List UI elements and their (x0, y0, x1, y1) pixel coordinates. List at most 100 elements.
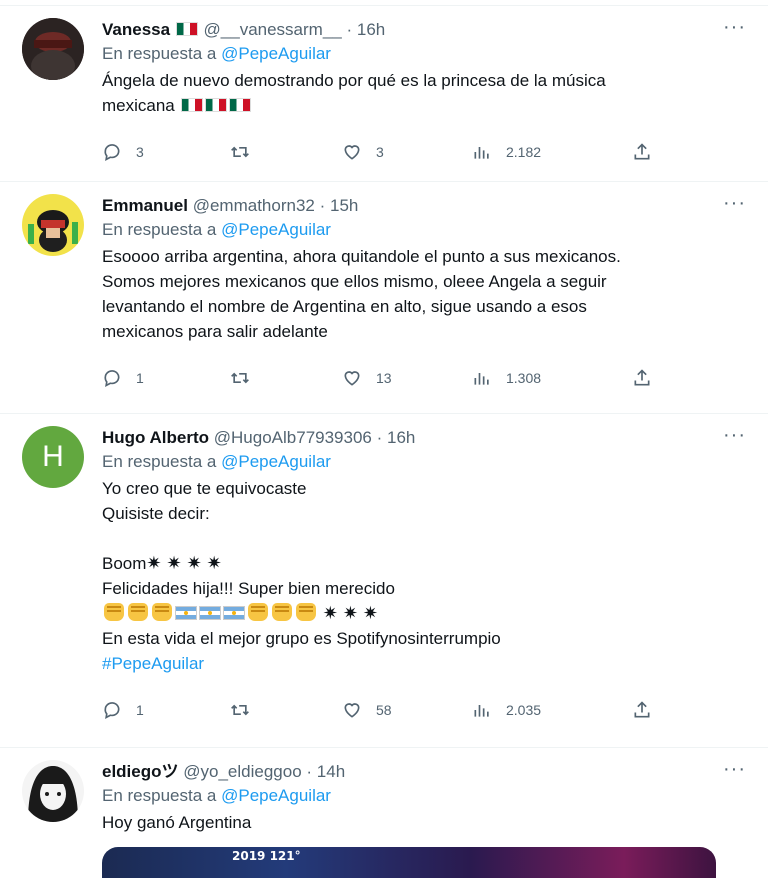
more-icon[interactable]: ··· (723, 193, 746, 213)
tweet-eldiego[interactable]: eldiegoツ @yo_eldieggoo · 14h En respuest… (0, 748, 768, 878)
reply-button[interactable]: 3 (102, 142, 230, 162)
argentina-flag-icon (175, 606, 197, 620)
like-count: 3 (376, 144, 384, 160)
share-icon (634, 369, 650, 386)
separator-dot: · (319, 196, 326, 215)
display-name[interactable]: eldiego (102, 762, 162, 781)
tweet-text-blank (102, 526, 716, 551)
mexico-flag-icon (175, 22, 198, 36)
display-name[interactable]: Emmanuel (102, 196, 188, 215)
share-button[interactable] (632, 368, 666, 388)
tweet-text-word: Boom (102, 554, 147, 573)
tweet-emmanuel[interactable]: Emmanuel @emmathorn32 · 15h En respuesta… (0, 182, 768, 414)
like-icon (344, 703, 360, 718)
reply-button[interactable]: 1 (102, 368, 230, 388)
views-button[interactable]: 2.182 (472, 142, 632, 162)
tweet-text: Yo creo que te equivocaste Quisiste deci… (102, 476, 716, 676)
display-name-suffix: ツ (161, 762, 179, 781)
reply-prefix: En respuesta a (102, 786, 217, 805)
retweet-button[interactable] (230, 368, 342, 388)
handle[interactable]: @yo_eldieggoo (183, 762, 301, 781)
views-button[interactable]: 2.035 (472, 700, 632, 720)
tweet-text: Ángela de nuevo demostrando por qué es l… (102, 68, 716, 118)
avatar[interactable] (22, 194, 84, 256)
share-button[interactable] (632, 142, 666, 162)
tweet-text-line: Felicidades hija!!! Super bien merecido (102, 579, 395, 598)
timestamp[interactable]: 15h (330, 196, 358, 215)
timestamp[interactable]: 14h (317, 762, 345, 781)
like-button[interactable]: 13 (342, 368, 472, 388)
share-icon (634, 143, 650, 160)
tweet-text-line: Boom✷ ✷ ✷ ✷ (102, 551, 716, 576)
tweet-text-word: mexicana (102, 96, 175, 115)
argentina-flag-icon (199, 606, 221, 620)
tweet-text-line: Ángela de nuevo demostrando por qué es l… (102, 71, 606, 90)
views-icon (474, 147, 489, 159)
more-icon[interactable]: ··· (723, 17, 746, 37)
retweet-icon (231, 372, 249, 384)
mexico-flag-icon (204, 98, 227, 112)
timestamp[interactable]: 16h (387, 428, 415, 447)
tweet-text-line: mexicanos para salir adelante (102, 322, 328, 341)
like-icon (344, 145, 360, 160)
more-icon[interactable]: ··· (723, 759, 746, 779)
like-icon (344, 371, 360, 386)
media-overlay-text: 2019 121° (232, 849, 301, 863)
more-icon[interactable]: ··· (723, 425, 746, 445)
reply-button[interactable]: 1 (102, 700, 230, 720)
display-name[interactable]: Hugo Alberto (102, 428, 209, 447)
view-count: 2.035 (506, 702, 542, 718)
star-icon: ✷ ✷ ✷ (322, 603, 378, 623)
tweet-actions: 1 58 2.035 (102, 684, 716, 736)
reply-icon (104, 702, 120, 720)
share-button[interactable] (632, 700, 666, 720)
avatar-anime-icon (22, 760, 84, 822)
view-count: 2.182 (506, 144, 542, 160)
fist-icon (128, 603, 148, 621)
avatar[interactable]: H (22, 426, 84, 488)
display-name[interactable]: Vanessa (102, 20, 170, 39)
tweet-text-line: Esoooo arriba argentina, ahora quitandol… (102, 247, 621, 266)
tweet-text: Esoooo arriba argentina, ahora quitandol… (102, 244, 716, 344)
tweet-media-image[interactable]: 2019 121° (102, 847, 716, 878)
reply-prefix: En respuesta a (102, 220, 217, 239)
tweet-hugo-alberto[interactable]: H Hugo Alberto @HugoAlb77939306 · 16h En… (0, 414, 768, 748)
fist-icon (248, 603, 268, 621)
tweet-emoji-line: ✷ ✷ ✷ (102, 601, 716, 626)
reply-count: 1 (136, 370, 144, 386)
fist-icon (104, 603, 124, 621)
star-icon: ✷ ✷ ✷ ✷ (146, 553, 222, 573)
views-icon (474, 373, 489, 385)
retweet-icon (231, 146, 249, 158)
tweet-vanessa[interactable]: Vanessa @__vanessarm__ · 16h En respuest… (0, 6, 768, 182)
tweet-text-line: levantando el nombre de Argentina en alt… (102, 297, 587, 316)
mexico-flag-icon (180, 98, 203, 112)
tweet-text-line: Quisiste decir: (102, 504, 210, 523)
handle[interactable]: @HugoAlb77939306 (214, 428, 372, 447)
retweet-button[interactable] (230, 142, 342, 162)
tweet-text: Hoy ganó Argentina (102, 810, 716, 835)
handle[interactable]: @emmathorn32 (193, 196, 315, 215)
like-button[interactable]: 58 (342, 700, 472, 720)
avatar[interactable] (22, 18, 84, 80)
reply-mention[interactable]: @PepeAguilar (221, 44, 331, 63)
avatar[interactable] (22, 760, 84, 822)
like-count: 58 (376, 702, 392, 718)
hashtag-link[interactable]: #PepeAguilar (102, 651, 716, 676)
timestamp[interactable]: 16h (357, 20, 385, 39)
reply-mention[interactable]: @PepeAguilar (221, 220, 331, 239)
like-button[interactable]: 3 (342, 142, 472, 162)
tweet-actions: 1 13 1.308 (102, 352, 716, 404)
retweet-button[interactable] (230, 700, 342, 720)
reply-prefix: En respuesta a (102, 44, 217, 63)
tweet-actions: 3 3 2.182 (102, 126, 716, 178)
handle[interactable]: @__vanessarm__ (204, 20, 342, 39)
separator-dot: · (346, 20, 353, 39)
reply-mention[interactable]: @PepeAguilar (221, 786, 331, 805)
avatar-letter: H (42, 440, 64, 473)
views-button[interactable]: 1.308 (472, 368, 632, 388)
tweet-text-line: En esta vida el mejor grupo es Spotifyno… (102, 629, 501, 648)
reply-mention[interactable]: @PepeAguilar (221, 452, 331, 471)
separator-dot: · (376, 428, 383, 447)
share-icon (634, 701, 650, 718)
